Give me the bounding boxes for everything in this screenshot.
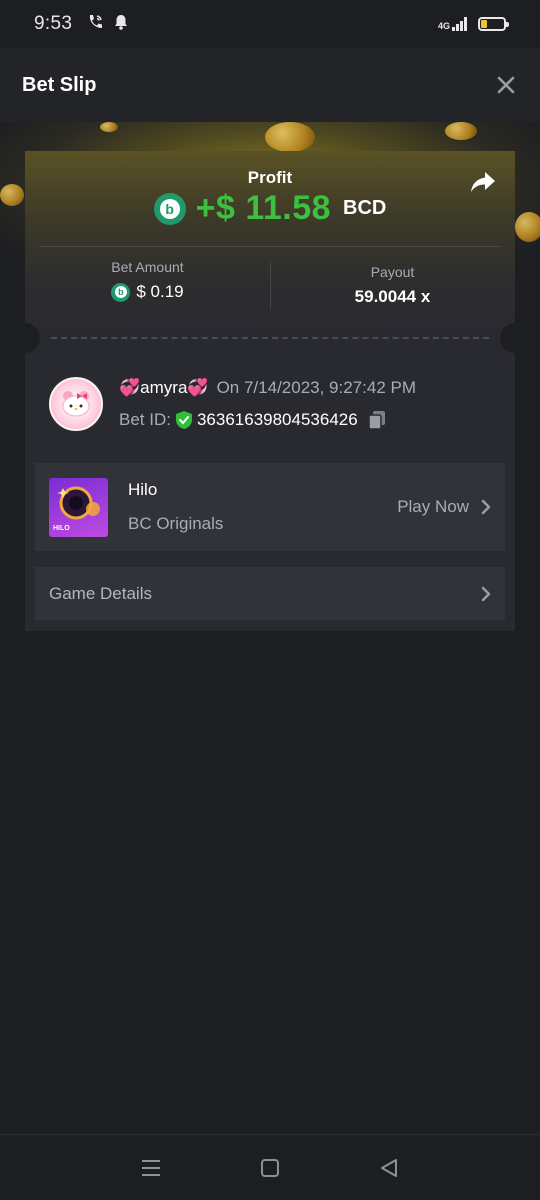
menu-icon: [142, 1159, 161, 1176]
network-label: 4G: [437, 21, 450, 31]
copy-icon: [367, 411, 385, 430]
share-button[interactable]: [469, 169, 497, 195]
payout-stat: Payout 59.0044 x: [270, 264, 515, 307]
page-title: Bet Slip: [22, 73, 97, 96]
coin-letter: b: [114, 286, 127, 298]
payout-value: 59.0044 x: [354, 287, 431, 306]
profit-row: b +$ 11.58 BCD: [25, 189, 515, 228]
game-thumbnail: HILO: [49, 477, 108, 537]
user-line: 💞amyra💞 On 7/14/2023, 9:27:42 PM: [119, 378, 416, 398]
decorative-coin: [445, 122, 477, 140]
decorative-coin: [515, 212, 540, 242]
game-info: Hilo BC Originals: [128, 480, 223, 534]
decorative-coin: [265, 122, 315, 152]
nav-back-button[interactable]: [369, 1148, 409, 1188]
coin-letter: b: [159, 198, 180, 219]
status-time: 9:53: [34, 13, 73, 34]
home-square-icon: [260, 1158, 279, 1177]
status-icons-left: [86, 13, 128, 36]
shield-check-icon: [175, 410, 193, 430]
ticket-dashed-divider: [51, 337, 489, 339]
user-info: 💞amyra💞 On 7/14/2023, 9:27:42 PM Bet ID:…: [119, 378, 416, 430]
status-icons-right: 4G: [438, 17, 509, 31]
bet-slip-card: Profit b +$ 11.58 BCD Bet Amount b $ 0.1…: [10, 151, 530, 631]
game-details-label: Game Details: [49, 583, 152, 603]
close-button[interactable]: [494, 73, 518, 97]
bet-amount-value: $ 0.19: [136, 282, 184, 301]
decorative-coin: [0, 184, 24, 206]
status-bar: 9:53 4G: [0, 0, 540, 48]
hello-kitty-avatar-icon: [62, 391, 90, 417]
play-now-label: Play Now: [397, 497, 469, 516]
profit-amount: +$ 11.58: [195, 189, 332, 227]
nav-home-button[interactable]: [250, 1148, 290, 1188]
battery-icon: [478, 17, 509, 31]
system-nav-bar: [0, 1134, 540, 1200]
avatar[interactable]: [49, 377, 103, 431]
username[interactable]: 💞amyra💞: [119, 378, 209, 398]
bet-id-value: 36361639804536426: [196, 410, 358, 429]
close-icon: [497, 76, 515, 94]
wifi-call-icon: [86, 13, 104, 36]
copy-button[interactable]: [367, 410, 386, 430]
profit-label: Profit: [247, 168, 293, 187]
bet-id-label: Bet ID:: [119, 410, 171, 429]
ticket-notch-left: [10, 323, 40, 353]
bet-amount-label: Bet Amount: [111, 259, 184, 275]
bet-slip-header: Bet Slip: [0, 48, 540, 122]
share-icon: [471, 172, 495, 192]
chevron-right-icon: [481, 586, 491, 601]
chevron-right-icon: [481, 499, 491, 515]
bet-amount-stat: Bet Amount b $ 0.19: [25, 259, 270, 302]
profit-currency: BCD: [343, 197, 387, 219]
game-thumb-label: HILO: [53, 524, 70, 532]
bet-amount-row: b $ 0.19: [25, 282, 270, 302]
user-row: 💞amyra💞 On 7/14/2023, 9:27:42 PM Bet ID:…: [49, 377, 499, 431]
game-provider: BC Originals: [128, 514, 224, 533]
game-card[interactable]: HILO Hilo BC Originals Play Now: [35, 463, 505, 551]
nav-recents-button[interactable]: [131, 1148, 171, 1188]
bcd-coin-icon: b: [111, 282, 131, 302]
game-details-button[interactable]: Game Details: [35, 567, 505, 620]
ticket-notch-right: [500, 323, 530, 353]
divider: [39, 246, 501, 247]
bell-icon: [114, 14, 128, 35]
back-triangle-icon: [380, 1158, 397, 1177]
bcd-coin-icon: b: [153, 192, 186, 225]
profit-section: Profit b +$ 11.58 BCD Bet Amount b $ 0.1…: [25, 151, 515, 337]
signal-icon: 4G: [438, 17, 468, 31]
payout-label: Payout: [370, 264, 415, 280]
decorative-coin: [100, 122, 118, 132]
play-now-button[interactable]: Play Now: [397, 497, 491, 517]
game-name: Hilo: [128, 480, 158, 499]
bet-date: On 7/14/2023, 9:27:42 PM: [216, 378, 416, 397]
bet-id-line: Bet ID: 36361639804536426: [119, 410, 416, 430]
